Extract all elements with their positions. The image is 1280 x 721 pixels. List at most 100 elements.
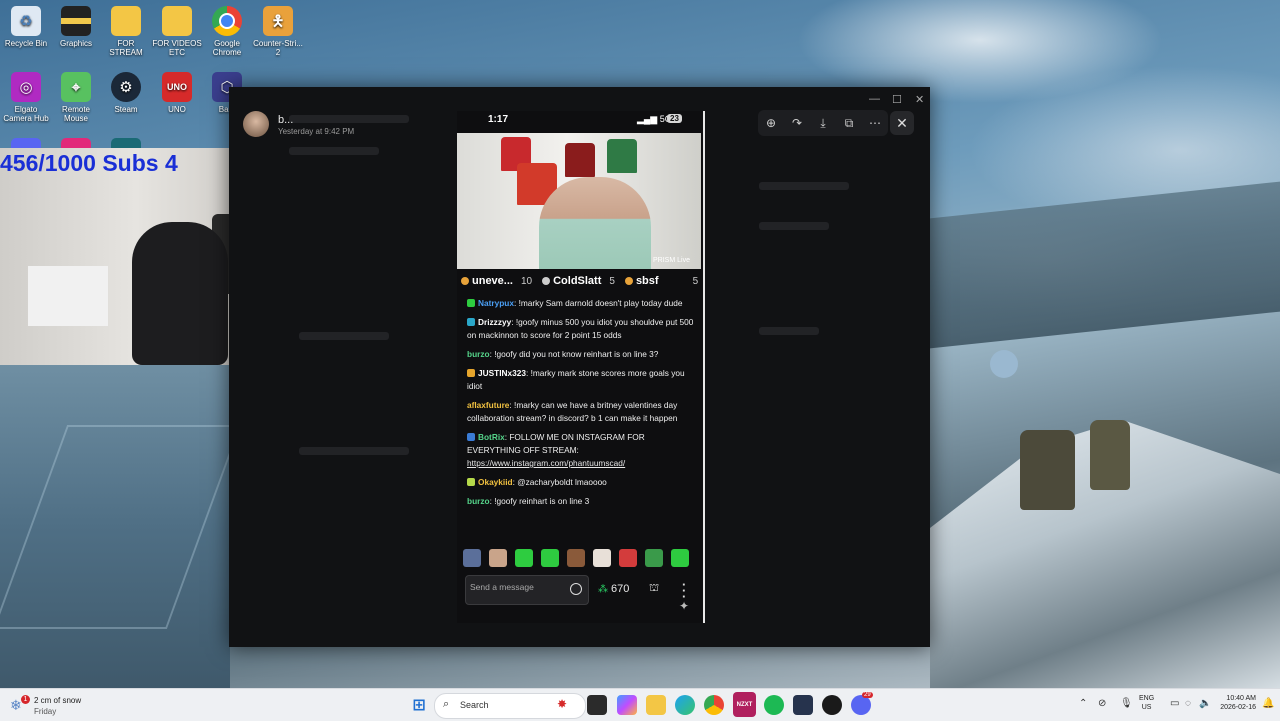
emote-icon[interactable] bbox=[645, 549, 663, 567]
phone-screenshot: 1:17 ▂▄▆ 5G 23 PRISM Live uneve... 10 Col… bbox=[457, 111, 705, 623]
gaming-chair bbox=[132, 222, 228, 365]
app-icon[interactable] bbox=[793, 695, 813, 715]
user-badge-icon bbox=[467, 433, 475, 441]
emote-icon[interactable] bbox=[619, 549, 637, 567]
chat-message: Drizzzyy: !goofy minus 500 you idiot you… bbox=[467, 316, 695, 342]
wallpaper-soldier bbox=[1090, 420, 1130, 490]
chat-text: : @zacharyboldt lmaoooo bbox=[512, 477, 607, 487]
image-viewer-window: — ☐ ✕ b... Yesterday at 9:42 PM ⊕ ↷ ⤓ ⧉ … bbox=[229, 87, 930, 647]
chat-username[interactable]: burzo bbox=[467, 349, 490, 359]
chat-username[interactable]: Natrypux bbox=[478, 298, 514, 308]
sub-goal-counter: 456/1000 Subs 4 bbox=[0, 150, 178, 176]
desktop-icon-remote-mouse[interactable]: ⌖ Remote Mouse bbox=[50, 72, 102, 123]
steam-icon: ⚙ bbox=[111, 72, 141, 102]
search-icon: ⌕ bbox=[443, 698, 450, 710]
windows-start-icon[interactable]: ⊞ bbox=[409, 695, 429, 715]
desktop-icon-counter-strike[interactable]: 🯅 Counter-Stri... 2 bbox=[252, 6, 304, 57]
emote-icon[interactable] bbox=[515, 549, 533, 567]
emote-icon[interactable] bbox=[541, 549, 559, 567]
desktop-icon-google-chrome[interactable]: Google Chrome bbox=[201, 6, 253, 57]
status-time: 1:17 bbox=[488, 114, 509, 125]
chat-message: JUSTINx323: !marky mark stone scores mor… bbox=[467, 367, 695, 393]
folder-icon bbox=[111, 6, 141, 36]
nzxt-icon[interactable]: NZXT bbox=[733, 692, 756, 717]
chat-username[interactable]: aflaxfuture bbox=[467, 400, 509, 410]
phone-status-bar: 1:17 ▂▄▆ 5G 23 bbox=[457, 111, 701, 131]
clock[interactable]: 10:40 AM 2026-02-16 bbox=[1216, 694, 1256, 712]
taskbar: ❄ 1 2 cm of snow Friday ⊞ ⌕ Search ✸ NZX… bbox=[0, 688, 1280, 721]
points-icon: ⁂ bbox=[598, 583, 608, 595]
user-badge-icon bbox=[467, 299, 475, 307]
sender-name: b... bbox=[278, 114, 294, 126]
chat-link[interactable]: https://www.instagram.com/phantuumscad/ bbox=[467, 458, 625, 468]
gift-icon[interactable]: ⛫ bbox=[649, 582, 659, 596]
open-external-icon[interactable]: ⧉ bbox=[840, 114, 858, 132]
phone-link-icon[interactable]: ▭ bbox=[1170, 698, 1179, 709]
zoom-in-icon[interactable]: ⊕ bbox=[762, 114, 780, 132]
chevron-up-icon[interactable]: ⌃ bbox=[1079, 698, 1087, 709]
task-view-icon[interactable] bbox=[587, 695, 607, 715]
desktop-icon-for-stream[interactable]: FOR STREAM bbox=[100, 6, 152, 57]
elgato-icon: ◎ bbox=[11, 72, 41, 102]
gift-leader: sbsf 5 bbox=[621, 275, 704, 287]
download-icon[interactable]: ⤓ bbox=[814, 114, 832, 132]
desktop-icon-for-videos[interactable]: FOR VIDEOS ETC bbox=[151, 6, 203, 57]
emote-icon[interactable] bbox=[463, 549, 481, 567]
folder-icon bbox=[162, 6, 192, 36]
wifi-icon[interactable]: ◌ bbox=[1185, 698, 1191, 709]
avatar bbox=[243, 111, 269, 137]
stream-video[interactable]: PRISM Live bbox=[457, 133, 701, 269]
desktop-icon-elgato[interactable]: ◎ Elgato Camera Hub bbox=[0, 72, 52, 123]
network-off-icon[interactable]: ⊘ bbox=[1098, 698, 1106, 709]
maple-leaf-icon: ✸ bbox=[557, 697, 568, 711]
chat-username[interactable]: burzo bbox=[467, 496, 490, 506]
close-icon[interactable]: ✕ bbox=[890, 111, 914, 135]
channel-points[interactable]: ⁂ 670 bbox=[598, 583, 629, 595]
file-explorer-icon[interactable] bbox=[646, 695, 666, 715]
chat-message: burzo: !goofy did you not know reinhart … bbox=[467, 348, 695, 361]
emote-icon[interactable] bbox=[671, 549, 689, 567]
chat-message: Natrypux: !marky Sam darnold doesn't pla… bbox=[467, 297, 695, 310]
chat-username[interactable]: JUSTINx323 bbox=[478, 368, 526, 378]
copilot-icon[interactable] bbox=[617, 695, 637, 715]
discord-icon[interactable] bbox=[851, 695, 871, 715]
emote-icon[interactable] bbox=[567, 549, 585, 567]
viewer-toolbar: ⊕ ↷ ⤓ ⧉ ⋯ bbox=[758, 110, 888, 136]
chrome-icon bbox=[212, 6, 242, 36]
recycle-bin-icon: ♻ bbox=[11, 6, 41, 36]
minimize-icon[interactable]: — bbox=[869, 93, 880, 105]
notification-badge: 1 bbox=[21, 695, 30, 704]
desktop-icon-graphics[interactable]: Graphics bbox=[50, 6, 102, 48]
microphone-icon[interactable]: 🎙 bbox=[1120, 698, 1133, 709]
forward-icon[interactable]: ↷ bbox=[788, 114, 806, 132]
chrome-icon[interactable] bbox=[704, 695, 724, 715]
chat-text: : !goofy did you not know reinhart is on… bbox=[489, 349, 659, 359]
emote-icon[interactable] bbox=[489, 549, 507, 567]
spotify-icon[interactable] bbox=[764, 695, 784, 715]
uno-icon: UNO bbox=[162, 72, 192, 102]
emote-bar bbox=[463, 549, 699, 567]
user-badge-icon bbox=[467, 478, 475, 486]
chat-username[interactable]: Okaykiid bbox=[478, 477, 513, 487]
desktop-icon-uno[interactable]: UNO UNO bbox=[151, 72, 203, 114]
chat-input-box[interactable] bbox=[465, 575, 589, 605]
more-icon[interactable]: ⋯ bbox=[866, 114, 884, 132]
notification-bell-icon[interactable]: 🔔 bbox=[1262, 698, 1274, 709]
emote-icon[interactable] bbox=[593, 549, 611, 567]
chat-username[interactable]: BotRix bbox=[478, 432, 505, 442]
volume-icon[interactable]: 🔈 bbox=[1199, 698, 1211, 709]
obs-icon[interactable] bbox=[822, 695, 842, 715]
maximize-icon[interactable]: ☐ bbox=[892, 93, 902, 106]
sparkle-icon: ✦ bbox=[679, 599, 690, 613]
desktop-icon-recycle-bin[interactable]: ♻ Recycle Bin bbox=[0, 6, 52, 48]
vertical-more-icon[interactable]: · · · bbox=[682, 578, 686, 603]
chat-message-input[interactable] bbox=[470, 580, 562, 594]
chat-username[interactable]: Drizzzyy bbox=[478, 317, 511, 327]
edge-icon[interactable] bbox=[675, 695, 695, 715]
taskbar-search[interactable]: ⌕ Search ✸ bbox=[434, 693, 586, 719]
window-close-icon[interactable]: ✕ bbox=[915, 93, 924, 106]
chat-message: burzo: !goofy reinhart is on line 3 bbox=[467, 495, 695, 508]
language-indicator[interactable]: ENG US bbox=[1139, 694, 1154, 712]
desktop-icon-steam[interactable]: ⚙ Steam bbox=[100, 72, 152, 114]
emoji-icon[interactable] bbox=[570, 583, 582, 595]
